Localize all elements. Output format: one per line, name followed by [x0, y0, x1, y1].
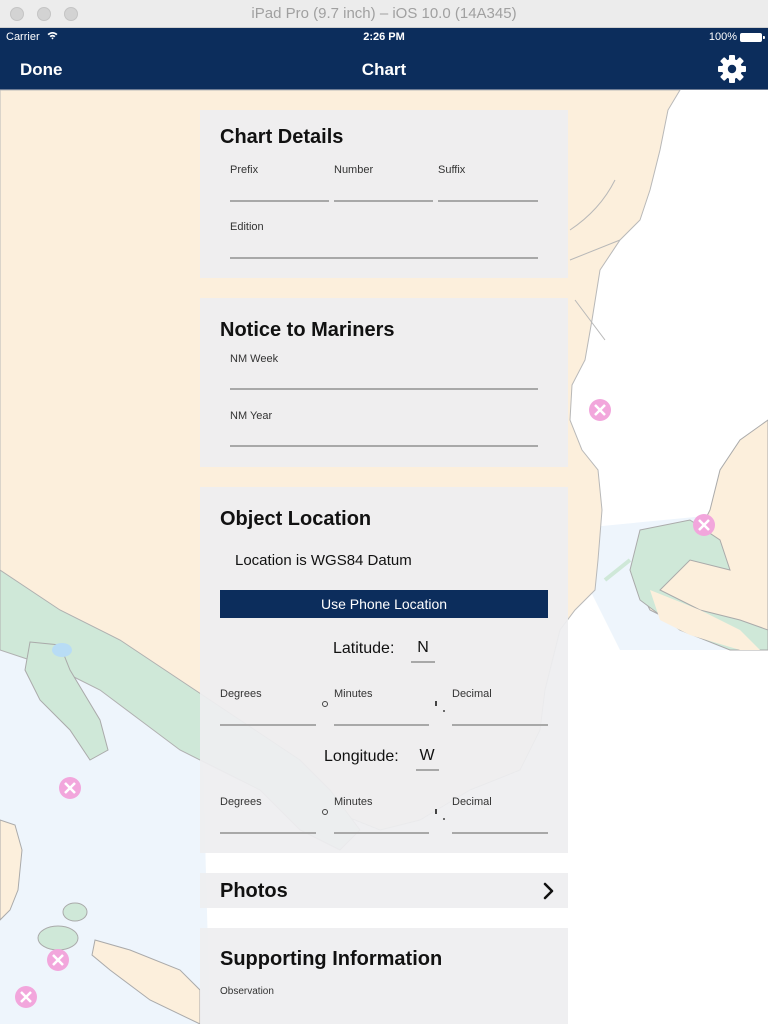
clock: 2:26 PM — [363, 31, 405, 43]
lon-minutes-label: Minutes — [334, 796, 373, 808]
lon-degrees-input[interactable] — [220, 812, 316, 830]
lat-decimal-input[interactable] — [452, 704, 548, 722]
decimal-point — [443, 710, 445, 712]
number-input[interactable] — [334, 180, 433, 198]
islet — [62, 902, 88, 922]
notice-to-mariners-title: Notice to Mariners — [220, 319, 395, 341]
lat-degrees-underline — [220, 724, 316, 726]
nm-week-label: NM Week — [230, 353, 279, 365]
status-bar: Carrier 2:26 PM 100% — [0, 28, 768, 48]
lon-decimal-underline — [452, 832, 548, 834]
battery-icon — [740, 32, 765, 42]
anchorage-marker — [693, 514, 715, 536]
nm-year-underline — [230, 445, 538, 447]
done-button[interactable]: Done — [20, 60, 63, 80]
latitude-label: Latitude: — [333, 640, 395, 657]
navigation-bar: Done Chart — [0, 48, 768, 90]
chevron-right-icon — [542, 881, 556, 901]
photos-title: Photos — [220, 880, 288, 902]
supporting-information-panel: Supporting Information Observation — [200, 928, 568, 1024]
observation-label: Observation — [220, 986, 274, 997]
prefix-input[interactable] — [230, 180, 329, 198]
degree-symbol — [322, 809, 328, 815]
lon-minutes-input[interactable] — [334, 812, 429, 830]
edition-label: Edition — [230, 221, 264, 233]
lon-decimal-input[interactable] — [452, 812, 548, 830]
observation-input[interactable] — [220, 1002, 548, 1020]
notice-to-mariners-panel: Notice to Mariners NM Week NM Year — [200, 298, 568, 467]
nm-year-input[interactable] — [230, 425, 538, 443]
lat-degrees-input[interactable] — [220, 704, 316, 722]
anchorage-marker — [589, 399, 611, 421]
object-location-panel: Object Location Location is WGS84 Datum … — [200, 487, 568, 853]
latitude-hemisphere[interactable]: N — [411, 639, 435, 657]
lat-minutes-underline — [334, 724, 429, 726]
edition-input[interactable] — [230, 237, 538, 255]
lon-degrees-label: Degrees — [220, 796, 262, 808]
lon-decimal-label: Decimal — [452, 796, 492, 808]
degree-symbol — [322, 701, 328, 707]
lat-minutes-label: Minutes — [334, 688, 373, 700]
nm-year-label: NM Year — [230, 410, 273, 422]
datum-note: Location is WGS84 Datum — [235, 552, 412, 569]
number-label: Number — [334, 164, 374, 176]
nm-week-input[interactable] — [230, 368, 538, 386]
edition-underline — [230, 257, 538, 259]
minute-symbol — [435, 809, 437, 814]
page-title: Chart — [361, 60, 407, 79]
photos-row[interactable]: Photos — [200, 873, 568, 908]
lat-degrees-label: Degrees — [220, 688, 262, 700]
suffix-label: Suffix — [438, 164, 466, 176]
prefix-underline — [230, 200, 329, 202]
prefix-label: Prefix — [230, 164, 259, 176]
lon-degrees-underline — [220, 832, 316, 834]
window-title: iPad Pro (9.7 inch) – iOS 10.0 (14A345) — [251, 5, 517, 22]
islet — [37, 925, 79, 951]
suffix-underline — [438, 200, 538, 202]
battery-percent: 100% — [708, 31, 737, 43]
battery-indicator: 100% — [708, 31, 765, 43]
lake — [52, 643, 72, 657]
lon-minutes-underline — [334, 832, 429, 834]
minute-symbol — [435, 701, 437, 706]
number-underline — [334, 200, 433, 202]
anchorage-marker — [47, 949, 69, 971]
longitude-hemisphere-underline — [416, 769, 439, 771]
use-phone-location-button[interactable]: Use Phone Location — [220, 590, 548, 618]
anchorage-marker — [59, 777, 81, 799]
longitude-hemisphere[interactable]: W — [415, 747, 439, 765]
lat-decimal-underline — [452, 724, 548, 726]
longitude-label: Longitude: — [324, 748, 399, 765]
object-location-title: Object Location — [220, 508, 372, 530]
shoal-patch — [133, 811, 177, 839]
lat-minutes-input[interactable] — [334, 704, 429, 722]
latitude-hemisphere-underline — [411, 661, 435, 663]
simulator-titlebar: iPad Pro (9.7 inch) – iOS 10.0 (14A345) — [0, 0, 768, 28]
chart-details-title: Chart Details — [220, 126, 344, 148]
decimal-point — [443, 818, 445, 820]
supporting-information-title: Supporting Information — [220, 948, 443, 970]
chart-details-panel: Chart Details Prefix Number Suffix Editi… — [200, 110, 568, 278]
suffix-input[interactable] — [438, 180, 538, 198]
nm-week-underline — [230, 388, 538, 390]
anchorage-marker — [15, 986, 37, 1008]
gear-icon[interactable] — [716, 53, 748, 85]
lat-decimal-label: Decimal — [452, 688, 492, 700]
